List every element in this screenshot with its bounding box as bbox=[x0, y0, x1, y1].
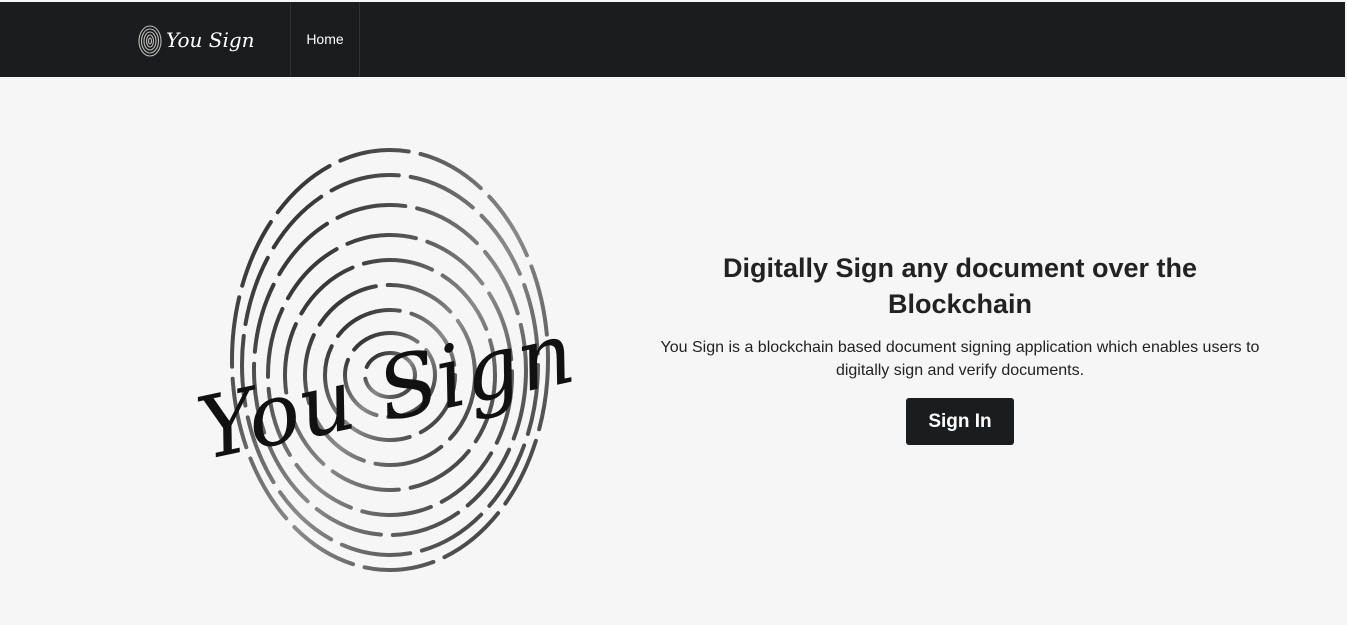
fingerprint-icon: You Sign bbox=[138, 25, 255, 57]
brand-logo-text: You Sign bbox=[166, 28, 255, 52]
hero-description: You Sign is a blockchain based document … bbox=[660, 339, 1260, 379]
top-navbar: You Sign Home bbox=[0, 2, 1345, 77]
hero-title: Digitally Sign any document over the Blo… bbox=[722, 253, 1198, 319]
fingerprint-illustration: You Sign bbox=[189, 148, 583, 572]
hero-copy: Digitally Sign any document over the Blo… bbox=[660, 250, 1260, 445]
you-sign-logo-text: You Sign bbox=[190, 303, 583, 480]
nav-home-link[interactable]: Home bbox=[291, 2, 359, 77]
nav-divider bbox=[359, 2, 360, 77]
brand-logo[interactable]: You Sign bbox=[136, 20, 266, 60]
sign-in-button[interactable]: Sign In bbox=[906, 398, 1014, 445]
you-sign-logo: You Sign bbox=[189, 120, 590, 580]
